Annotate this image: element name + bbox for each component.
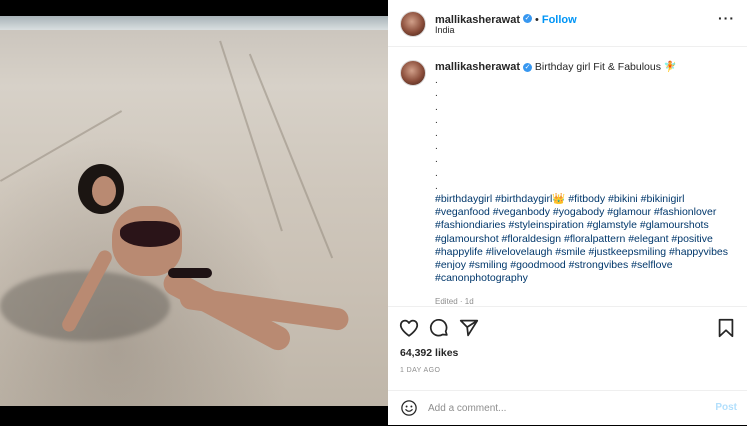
caption-dot: . bbox=[435, 154, 438, 166]
post-comment-button[interactable]: Post bbox=[715, 402, 737, 413]
caption-dot: . bbox=[435, 167, 438, 179]
save-bookmark-icon[interactable] bbox=[715, 317, 737, 339]
like-heart-icon[interactable] bbox=[398, 317, 420, 339]
follow-button[interactable]: Follow bbox=[542, 14, 577, 26]
verified-badge-icon: ✓ bbox=[523, 62, 532, 72]
instagram-post: mallikasherawat ✓ • Follow India ··· mallik… bbox=[0, 0, 747, 425]
comment-bar: Post bbox=[388, 390, 747, 426]
caption-dot: . bbox=[435, 141, 438, 153]
post-photo bbox=[0, 16, 388, 406]
caption-dot: . bbox=[435, 128, 438, 140]
post-timestamp[interactable]: 1 DAY AGO bbox=[400, 367, 440, 374]
verified-badge-icon: ✓ bbox=[523, 14, 532, 24]
caption-body: Birthday girl Fit & Fabulous 🧚 bbox=[534, 61, 677, 73]
comment-bubble-icon[interactable] bbox=[428, 317, 450, 339]
figure-face bbox=[92, 176, 116, 206]
post-actions: 64,392 likes 1 DAY AGO bbox=[388, 306, 747, 391]
caption-dot: . bbox=[435, 114, 438, 126]
post-header: mallikasherawat ✓ • Follow India ··· bbox=[388, 0, 747, 47]
sea-strip bbox=[0, 16, 388, 30]
location-link[interactable]: India bbox=[435, 25, 455, 35]
caption-dot: . bbox=[435, 75, 438, 87]
likes-count[interactable]: 64,392 likes bbox=[400, 347, 458, 359]
caption-area: mallikasherawat ✓ Birthday girl Fit & Fab… bbox=[388, 57, 747, 305]
caption-username-link[interactable]: mallikasherawat bbox=[435, 61, 520, 73]
caption-dot: . bbox=[435, 88, 438, 100]
caption-dots: . . . . . . . . . bbox=[435, 74, 735, 193]
post-media[interactable] bbox=[0, 0, 388, 425]
figure-top bbox=[120, 221, 180, 247]
caption-dot: . bbox=[435, 101, 438, 113]
emoji-smiley-icon[interactable] bbox=[400, 399, 418, 417]
tire-track bbox=[219, 40, 283, 232]
tire-track bbox=[248, 53, 334, 259]
caption-dot: . bbox=[435, 180, 438, 192]
separator-dot: • bbox=[535, 14, 539, 26]
caption-text: mallikasherawat ✓ Birthday girl Fit & Fab… bbox=[435, 61, 735, 285]
avatar[interactable] bbox=[400, 60, 426, 86]
more-options-icon[interactable]: ··· bbox=[718, 10, 735, 26]
comment-input[interactable] bbox=[428, 399, 688, 417]
edited-label: Edited · 1d bbox=[435, 297, 474, 305]
header-title-row: mallikasherawat ✓ • Follow bbox=[435, 10, 577, 28]
caption-hashtags[interactable]: #birthdaygirl #birthdaygirl👑 #fitbody #b… bbox=[435, 193, 735, 285]
share-send-icon[interactable] bbox=[458, 317, 480, 339]
figure-bottom bbox=[168, 268, 212, 278]
avatar[interactable] bbox=[400, 11, 426, 37]
post-side-panel: mallikasherawat ✓ • Follow India ··· mallik… bbox=[388, 0, 747, 425]
